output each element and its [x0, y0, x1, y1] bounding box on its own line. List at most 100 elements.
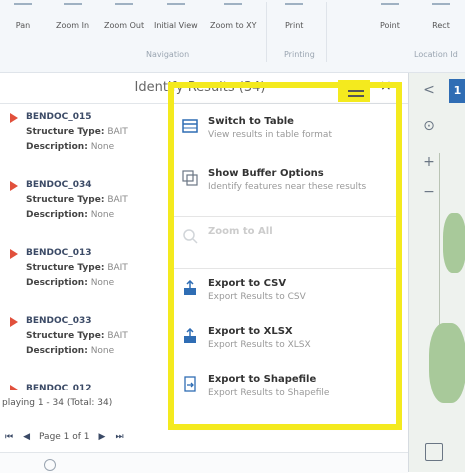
field-label: Description:	[26, 346, 88, 356]
menu-divider	[172, 268, 398, 269]
result-name: BENDOC_033	[26, 316, 92, 326]
print-icon	[285, 3, 304, 17]
locate-icon[interactable]: ⊙	[418, 115, 440, 137]
collapse-icon[interactable]: <	[418, 79, 440, 101]
ribbon-toolbar: Pan Zoom In Zoom Out Initial View Zoom t…	[0, 0, 465, 73]
ribbon-separator	[266, 2, 267, 62]
field-value: None	[90, 346, 115, 356]
menu-icon[interactable]	[346, 82, 366, 100]
page-info: Page 1 of 1	[39, 432, 90, 442]
menu-item-title: Show Buffer Options	[208, 168, 324, 179]
show-buffer-options-item[interactable]: Show Buffer Options Identify features ne…	[172, 160, 398, 214]
ribbon-separator	[326, 2, 327, 62]
zoom-in-icon[interactable]: +	[418, 151, 440, 173]
field-value: None	[90, 278, 115, 288]
field-value: BAIT	[107, 263, 128, 273]
first-page-icon[interactable]: ⏮	[0, 432, 18, 442]
menu-item-desc: Export Results to Shapefile	[208, 388, 330, 398]
zoom-icon	[183, 229, 198, 244]
last-page-icon[interactable]: ⏭	[110, 432, 128, 442]
zoom-out-icon	[115, 3, 134, 17]
export-csv-icon	[184, 280, 196, 295]
pan-button[interactable]: Pan	[14, 0, 32, 44]
point-button[interactable]: Point	[380, 0, 400, 44]
field-value: None	[90, 210, 115, 220]
buffer-icon	[182, 170, 198, 186]
list-item[interactable]: BENDOC_012	[0, 376, 170, 390]
menu-item-title: Export to Shapefile	[208, 374, 317, 385]
menu-item-desc: Export Results to CSV	[208, 292, 306, 302]
menu-item-desc: Export Results to XLSX	[208, 340, 311, 350]
menu-item-title: Export to CSV	[208, 278, 287, 289]
result-name: BENDOC_034	[26, 180, 92, 190]
layers-icon[interactable]	[425, 443, 443, 461]
field-label: Description:	[26, 210, 88, 220]
result-name: BENDOC_015	[26, 112, 92, 122]
menu-item-desc: View results in table format	[208, 130, 332, 140]
export-shapefile-item[interactable]: Export to Shapefile Export Results to Sh…	[172, 366, 398, 420]
map-green-area	[443, 213, 465, 273]
export-csv-item[interactable]: Export to CSV Export Results to CSV	[172, 270, 398, 324]
pin-icon	[10, 317, 18, 327]
point-icon	[380, 3, 399, 17]
result-name: BENDOC_013	[26, 248, 92, 258]
group-label-navigation: Navigation	[146, 50, 190, 59]
zoom-to-xy-button[interactable]: Zoom to XY	[210, 0, 257, 44]
side-tab[interactable]: 1	[449, 79, 465, 103]
print-button[interactable]: Print	[285, 0, 303, 44]
pin-icon	[10, 113, 18, 123]
field-label: Structure Type:	[26, 127, 105, 137]
menu-item-title: Export to XLSX	[208, 326, 293, 337]
home-icon	[166, 3, 185, 17]
pager: ⏮ ◀ Page 1 of 1 ▶ ⏭	[0, 428, 129, 446]
field-value: BAIT	[107, 195, 128, 205]
panel-title: Identify Results (34)	[134, 80, 266, 95]
rect-button[interactable]: Rect	[432, 0, 450, 44]
map-view[interactable]: < 1 ⊙ + −	[408, 73, 465, 472]
pin-icon	[10, 181, 18, 191]
field-label: Structure Type:	[26, 263, 105, 273]
zoom-out-icon[interactable]: −	[418, 181, 440, 203]
map-green-area	[429, 323, 465, 403]
pan-icon	[14, 3, 32, 17]
zoom-in-button[interactable]: Zoom In	[56, 0, 89, 44]
table-icon	[182, 119, 198, 133]
close-icon[interactable]: ×	[380, 78, 392, 94]
field-value: None	[90, 142, 115, 152]
list-item[interactable]: BENDOC_034 Structure Type: BAIT Descript…	[0, 172, 170, 240]
export-xlsx-item[interactable]: Export to XLSX Export Results to XLSX	[172, 318, 398, 372]
field-value: BAIT	[107, 331, 128, 341]
rectangle-icon	[432, 3, 450, 17]
field-label: Structure Type:	[26, 195, 105, 205]
crosshair-icon	[224, 3, 243, 17]
results-list[interactable]: BENDOC_015 Structure Type: BAIT Descript…	[0, 104, 170, 394]
pin-icon	[10, 385, 18, 390]
list-item[interactable]: BENDOC_033 Structure Type: BAIT Descript…	[0, 308, 170, 376]
bottom-bar	[0, 452, 408, 473]
zoom-in-icon	[63, 3, 82, 17]
menu-divider	[172, 216, 398, 217]
list-item[interactable]: BENDOC_013 Structure Type: BAIT Descript…	[0, 240, 170, 308]
search-icon[interactable]	[44, 459, 56, 471]
prev-page-icon[interactable]: ◀	[18, 432, 35, 442]
zoom-out-button[interactable]: Zoom Out	[104, 0, 144, 44]
field-label: Description:	[26, 278, 88, 288]
field-value: BAIT	[107, 127, 128, 137]
switch-to-table-item[interactable]: Switch to Table View results in table fo…	[172, 108, 398, 162]
field-label: Structure Type:	[26, 331, 105, 341]
export-xlsx-icon	[184, 328, 196, 343]
menu-item-desc: Identify features near these results	[208, 182, 367, 192]
field-label: Description:	[26, 142, 88, 152]
result-name: BENDOC_012	[26, 384, 92, 390]
menu-item-title: Switch to Table	[208, 116, 294, 127]
group-label-location: Location Id	[414, 50, 458, 59]
zoom-to-all-item: Zoom to All	[172, 218, 398, 272]
group-label-printing: Printing	[284, 50, 315, 59]
export-shapefile-icon	[184, 376, 196, 392]
results-count: playing 1 - 34 (Total: 34)	[2, 398, 113, 408]
next-page-icon[interactable]: ▶	[94, 432, 111, 442]
list-item[interactable]: BENDOC_015 Structure Type: BAIT Descript…	[0, 104, 170, 172]
pin-icon	[10, 249, 18, 259]
initial-view-button[interactable]: Initial View	[154, 0, 198, 44]
options-dropdown: Switch to Table View results in table fo…	[172, 104, 398, 426]
